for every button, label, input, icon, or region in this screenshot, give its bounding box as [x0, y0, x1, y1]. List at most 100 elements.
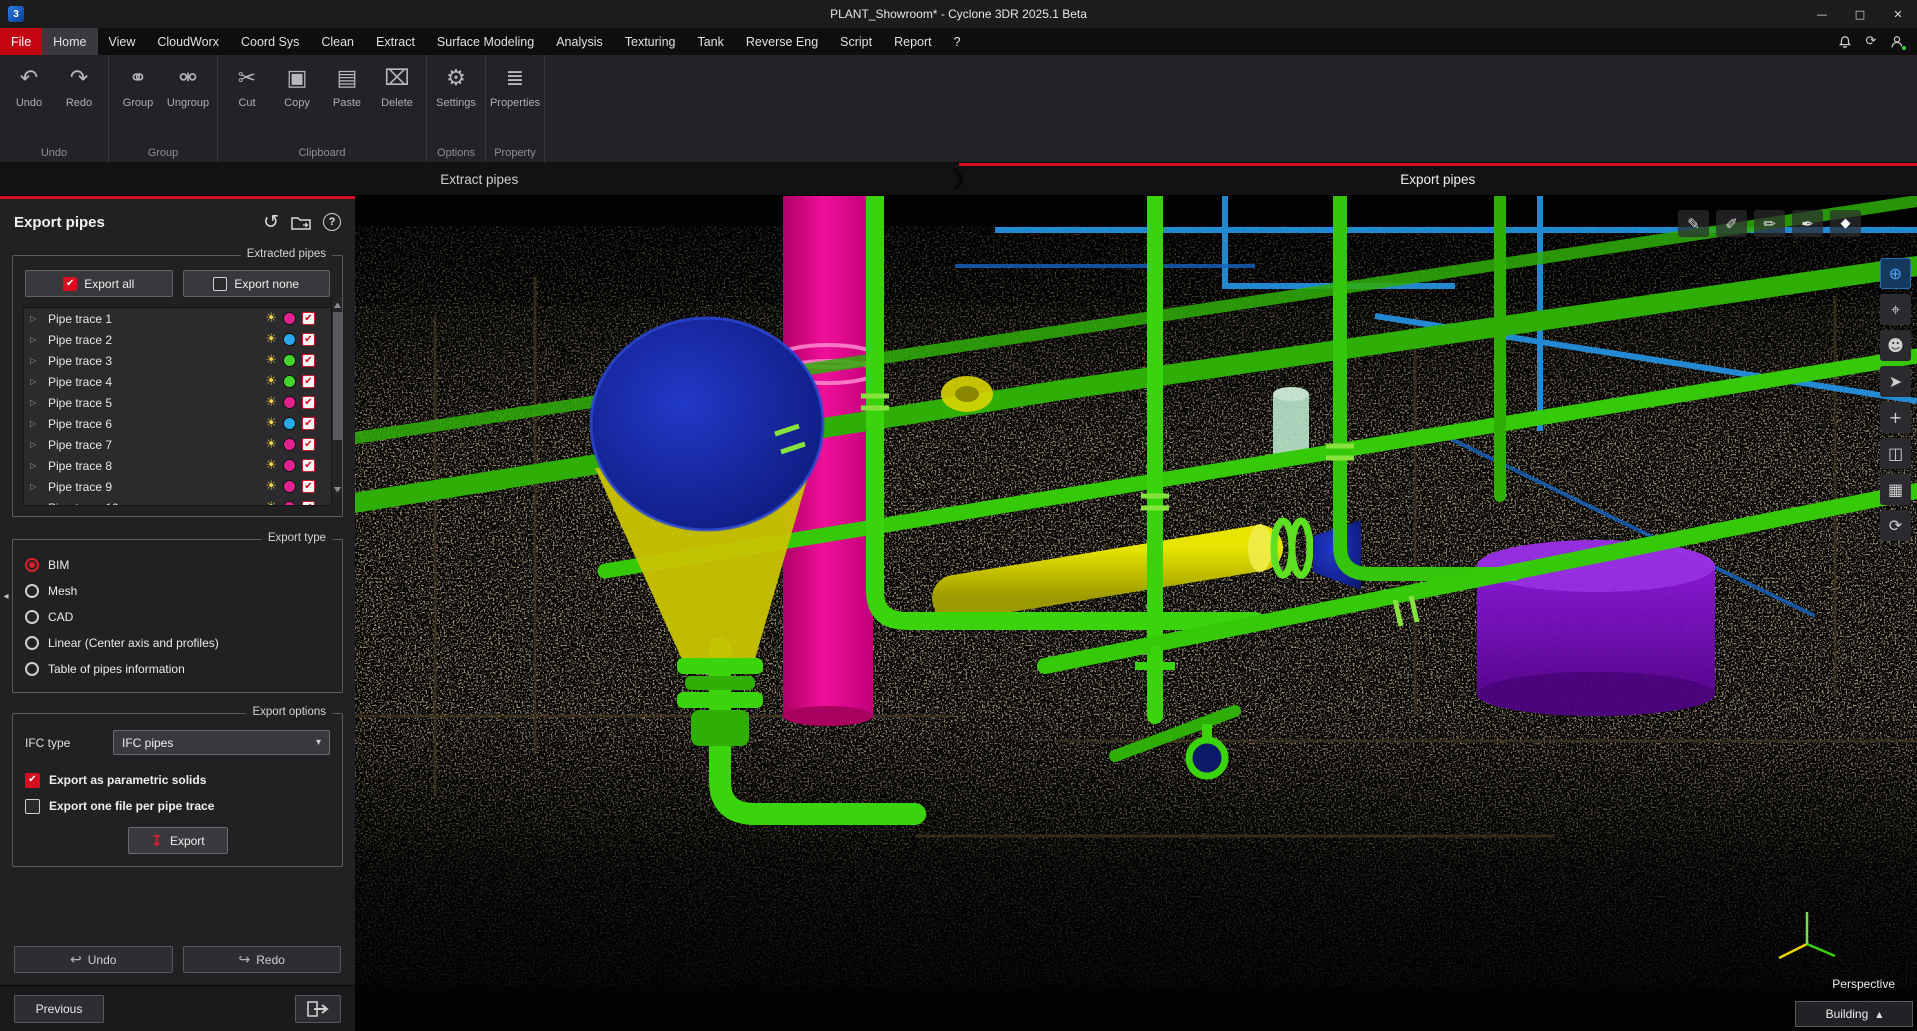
pipe-color-swatch[interactable] — [283, 459, 296, 472]
ribbon-redo-button[interactable]: ↷ Redo — [54, 59, 104, 144]
pipe-trace-row[interactable]: ▷ Pipe trace 6 ☀ — [24, 413, 319, 434]
expand-icon[interactable]: ▷ — [30, 440, 42, 449]
target-tool[interactable]: ⌖ — [1880, 294, 1911, 325]
visibility-icon[interactable]: ☀ — [265, 395, 277, 410]
menu-file[interactable]: File — [0, 28, 42, 55]
export-type-option[interactable]: Table of pipes information — [23, 656, 332, 682]
menu-analysis[interactable]: Analysis — [545, 28, 614, 55]
panel-redo-button[interactable]: ↪ Redo — [183, 946, 342, 973]
menu-script[interactable]: Script — [829, 28, 883, 55]
menu-texturing[interactable]: Texturing — [614, 28, 687, 55]
pipe-color-swatch[interactable] — [283, 333, 296, 346]
history-icon[interactable]: ↺ — [263, 211, 279, 233]
pipe-trace-row[interactable]: ▷ Pipe trace 10 ☀ — [24, 497, 319, 506]
collapse-panel-button[interactable]: ◂ — [0, 584, 12, 608]
expand-icon[interactable]: ▷ — [30, 419, 42, 428]
user-account-icon[interactable] — [1889, 34, 1905, 50]
pipe-color-swatch[interactable] — [283, 480, 296, 493]
ribbon-ungroup-button[interactable]: ⚮ Ungroup — [163, 59, 213, 144]
option-checkbox[interactable] — [25, 799, 40, 814]
ribbon-cut-button[interactable]: ✂ Cut — [222, 59, 272, 144]
menu-clean[interactable]: Clean — [310, 28, 365, 55]
pipe-trace-row[interactable]: ▷ Pipe trace 5 ☀ — [24, 392, 319, 413]
export-none-button[interactable]: Export none — [183, 270, 331, 297]
radio-icon[interactable] — [25, 558, 39, 572]
open-export-folder-icon[interactable] — [291, 215, 311, 230]
help-icon[interactable]: ? — [323, 213, 341, 231]
pipe-export-checkbox[interactable] — [302, 333, 315, 346]
export-option-row[interactable]: Export as parametric solids — [23, 767, 332, 793]
visibility-icon[interactable]: ☀ — [265, 311, 277, 326]
option-checkbox[interactable] — [25, 773, 40, 788]
visibility-icon[interactable]: ☀ — [265, 458, 277, 473]
menu-view[interactable]: View — [98, 28, 147, 55]
visibility-icon[interactable]: ☀ — [265, 437, 277, 452]
annotate-pipe-tool-2[interactable]: ✐ — [1716, 210, 1747, 237]
export-option-row[interactable]: Export one file per pipe trace — [23, 793, 332, 819]
annotate-pipe-tool-4[interactable]: ✒ — [1792, 210, 1823, 237]
exit-command-button[interactable] — [295, 995, 341, 1023]
radio-icon[interactable] — [25, 584, 39, 598]
ribbon-properties-button[interactable]: ≣ Properties — [490, 59, 540, 144]
ribbon-undo-button[interactable]: ↶ Undo — [4, 59, 54, 144]
expand-icon[interactable]: ▷ — [30, 503, 42, 506]
export-type-option[interactable]: Mesh — [23, 578, 332, 604]
pipe-trace-row[interactable]: ▷ Pipe trace 8 ☀ — [24, 455, 319, 476]
panel-undo-button[interactable]: ↩ Undo — [14, 946, 173, 973]
tab-export-pipes[interactable]: Export pipes — [959, 163, 1917, 195]
pipe-color-swatch[interactable] — [283, 417, 296, 430]
pipe-trace-row[interactable]: ▷ Pipe trace 7 ☀ — [24, 434, 319, 455]
pipe-export-checkbox[interactable] — [302, 459, 315, 472]
pipe-color-swatch[interactable] — [283, 438, 296, 451]
expand-icon[interactable]: ▷ — [30, 356, 42, 365]
radio-icon[interactable] — [25, 610, 39, 624]
tab-extract-pipes[interactable]: Extract pipes — [0, 163, 959, 195]
pipe-export-checkbox[interactable] — [302, 480, 315, 493]
pipe-export-checkbox[interactable] — [302, 396, 315, 409]
ribbon-copy-button[interactable]: ▣ Copy — [272, 59, 322, 144]
bell-icon[interactable] — [1837, 34, 1853, 50]
pipe-export-checkbox[interactable] — [302, 312, 315, 325]
minimize-button[interactable]: — — [1803, 0, 1841, 28]
refresh-view-tool[interactable]: ⟳ — [1880, 510, 1911, 541]
menu-tank[interactable]: Tank — [686, 28, 734, 55]
scrollbar-thumb[interactable] — [333, 312, 342, 440]
visibility-icon[interactable]: ☀ — [265, 374, 277, 389]
export-all-button[interactable]: Export all — [25, 270, 173, 297]
expand-icon[interactable]: ▷ — [30, 314, 42, 323]
pipe-color-swatch[interactable] — [283, 354, 296, 367]
visibility-icon[interactable]: ☀ — [265, 353, 277, 368]
measure-tool[interactable]: + — [1880, 402, 1911, 433]
pipe-color-swatch[interactable] — [283, 312, 296, 325]
pipe-trace-row[interactable]: ▷ Pipe trace 9 ☀ — [24, 476, 319, 497]
pipe-color-swatch[interactable] — [283, 375, 296, 388]
export-type-option[interactable]: CAD — [23, 604, 332, 630]
menu-surface-modeling[interactable]: Surface Modeling — [426, 28, 545, 55]
ribbon-settings-button[interactable]: ⚙ Settings — [431, 59, 481, 144]
previous-button[interactable]: Previous — [14, 995, 104, 1023]
pipe-trace-list[interactable]: ▷ Pipe trace 1 ☀ ▷ Pipe trace 2 ☀ — [23, 307, 332, 506]
ifc-type-dropdown[interactable]: IFC pipes ▾ — [113, 730, 330, 755]
expand-icon[interactable]: ▷ — [30, 398, 42, 407]
scroll-up-arrow[interactable] — [334, 301, 341, 308]
export-type-option[interactable]: Linear (Center axis and profiles) — [23, 630, 332, 656]
ribbon-group-button[interactable]: ⚭ Group — [113, 59, 163, 144]
app-icon[interactable]: 3 — [8, 6, 24, 22]
menu-home[interactable]: Home — [42, 28, 97, 55]
export-type-option[interactable]: BIM — [23, 552, 332, 578]
expand-icon[interactable]: ▷ — [30, 335, 42, 344]
ribbon-delete-button[interactable]: ⌧ Delete — [372, 59, 422, 144]
pipe-color-swatch[interactable] — [283, 501, 296, 506]
annotate-pipe-tool-1[interactable]: ✎ — [1678, 210, 1709, 237]
3d-viewport[interactable]: ✎ ✐ ✏ ✒ ◆ ⊕ ⌖ ☻ ➤ — [355, 196, 1917, 1031]
clipping-tool[interactable]: ▦ — [1880, 474, 1911, 505]
expand-icon[interactable]: ▷ — [30, 482, 42, 491]
pipe-trace-row[interactable]: ▷ Pipe trace 4 ☀ — [24, 371, 319, 392]
pipe-export-checkbox[interactable] — [302, 438, 315, 451]
fly-tool[interactable]: ➤ — [1880, 366, 1911, 397]
tag-tool[interactable]: ◆ — [1830, 210, 1861, 237]
maximize-button[interactable]: □ — [1841, 0, 1879, 28]
pipe-color-swatch[interactable] — [283, 396, 296, 409]
menu-extract[interactable]: Extract — [365, 28, 426, 55]
expand-icon[interactable]: ▷ — [30, 377, 42, 386]
